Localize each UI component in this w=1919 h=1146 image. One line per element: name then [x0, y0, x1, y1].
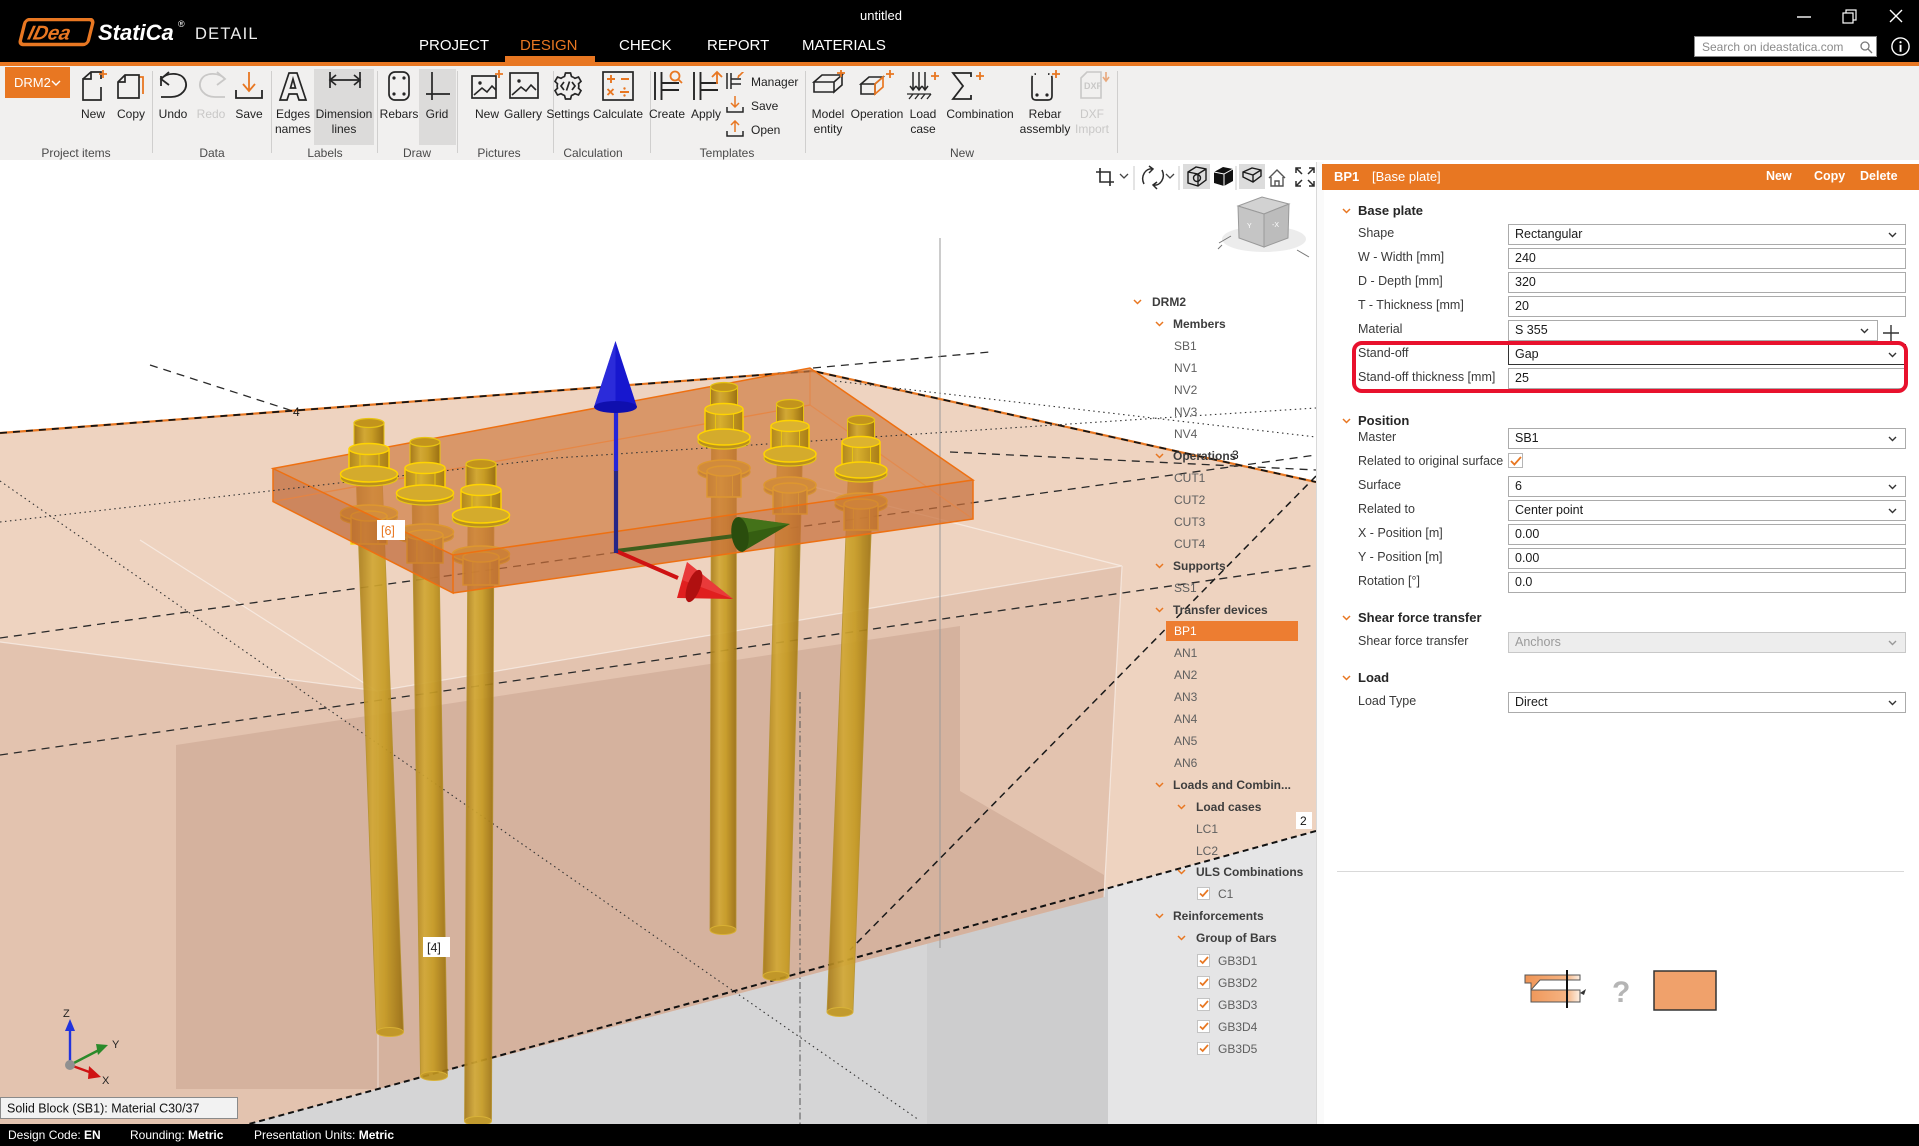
svg-text:Y: Y [1247, 223, 1252, 230]
svg-text:[6]: [6] [381, 524, 395, 538]
svg-text:[4]: [4] [427, 941, 441, 955]
svg-text:2: 2 [1300, 814, 1307, 828]
svg-text:DETAIL: DETAIL [195, 25, 259, 43]
svg-text:-X: -X [1272, 222, 1279, 229]
svg-text:IDea: IDea [25, 23, 73, 45]
svg-text:?: ? [1612, 976, 1630, 1009]
svg-text:Y: Y [112, 1039, 120, 1051]
svg-text:Solid Block (SB1): Material C3: Solid Block (SB1): Material C30/37 [7, 1102, 199, 1116]
svg-text:StatiCa: StatiCa [98, 20, 174, 45]
svg-text:DXF: DXF [1084, 81, 1103, 91]
svg-text:Z: Z [63, 1008, 70, 1020]
svg-text:X: X [102, 1075, 110, 1087]
svg-text:®: ® [178, 19, 185, 29]
svg-text:4: 4 [293, 405, 300, 419]
